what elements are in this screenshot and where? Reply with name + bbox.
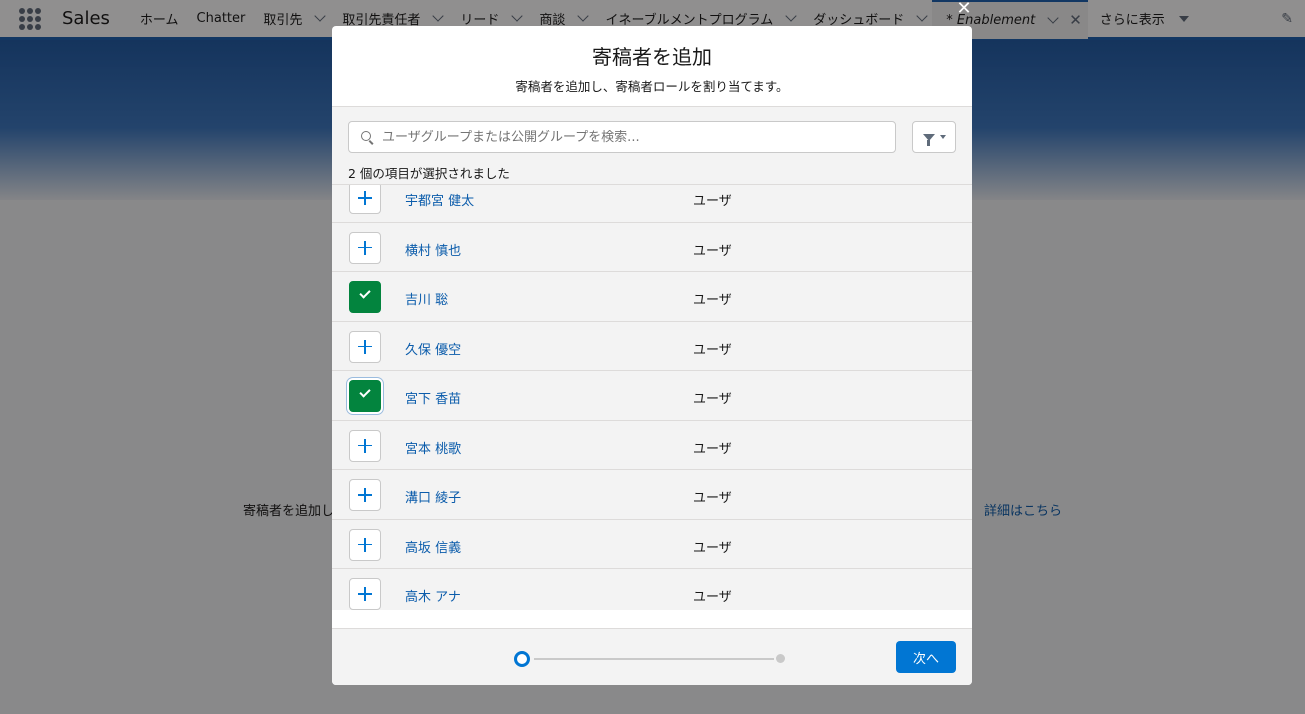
plus-icon — [358, 488, 372, 502]
filter-icon — [922, 133, 935, 146]
selected-toggle-button[interactable] — [349, 380, 381, 412]
list-item: 久保 優空 ユーザ — [332, 322, 972, 371]
modal-toolbar: 2 個の項目が選択されました — [332, 107, 972, 184]
search-box — [348, 121, 896, 153]
user-name-link[interactable]: 久保 優空 — [405, 339, 461, 358]
progress-track — [534, 658, 774, 660]
add-button[interactable] — [349, 185, 381, 214]
check-icon — [359, 287, 371, 299]
close-modal-icon[interactable]: ✕ — [955, 0, 973, 18]
filter-button[interactable] — [912, 121, 956, 153]
check-icon — [359, 386, 371, 398]
caret-down-icon — [939, 135, 946, 139]
add-contributors-modal: 寄稿者を追加 寄稿者を追加し、寄稿者ロールを割り当てます。 2 個の項目が選択さ… — [332, 26, 972, 685]
add-button[interactable] — [349, 429, 381, 462]
user-name-link[interactable]: 溝口 綾子 — [405, 487, 461, 506]
list-item: 横村 慎也 ユーザ — [332, 223, 972, 272]
user-name-link[interactable]: 高坂 信義 — [405, 537, 461, 556]
user-name-link[interactable]: 高木 アナ — [405, 586, 461, 605]
user-type: ユーザ — [693, 392, 732, 407]
modal-subtitle: 寄稿者を追加し、寄稿者ロールを割り当てます。 — [515, 79, 789, 94]
plus-icon — [358, 240, 372, 255]
add-button[interactable] — [349, 479, 381, 511]
plus-icon — [358, 587, 372, 601]
plus-icon — [358, 339, 372, 354]
progress-step-current — [514, 651, 530, 667]
list-item: 宇都宮 健太 ユーザ — [332, 185, 972, 223]
user-type: ユーザ — [693, 194, 732, 209]
user-type: ユーザ — [693, 491, 732, 506]
user-name-link[interactable]: 吉川 聡 — [405, 289, 448, 308]
add-button[interactable] — [349, 330, 381, 363]
list-item: 吉川 聡 ユーザ — [332, 272, 972, 322]
modal-footer: 次へ — [332, 628, 972, 685]
modal-header: 寄稿者を追加 寄稿者を追加し、寄稿者ロールを割り当てます。 — [332, 26, 972, 107]
plus-icon — [358, 537, 372, 552]
plus-icon — [358, 191, 372, 205]
user-name-link[interactable]: 宮下 香苗 — [405, 388, 461, 407]
list-item: 高坂 信義 ユーザ — [332, 520, 972, 569]
plus-icon — [358, 438, 372, 453]
list-item: 宮下 香苗 ユーザ — [332, 371, 972, 421]
user-type: ユーザ — [693, 590, 732, 605]
list-item: 高木 アナ ユーザ — [332, 569, 972, 610]
user-type: ユーザ — [693, 441, 732, 457]
selected-count: 2 個の項目が選択されました — [348, 166, 510, 181]
modal-title: 寄稿者を追加 — [592, 45, 712, 69]
search-input[interactable] — [382, 129, 882, 145]
add-button[interactable] — [349, 231, 381, 264]
user-name-link[interactable]: 横村 慎也 — [405, 240, 461, 259]
user-type: ユーザ — [693, 243, 732, 259]
user-type: ユーザ — [693, 342, 732, 358]
add-button[interactable] — [349, 528, 381, 561]
search-icon — [361, 130, 374, 144]
user-type: ユーザ — [693, 293, 732, 308]
add-button[interactable] — [349, 578, 381, 610]
user-name-link[interactable]: 宇都宮 健太 — [405, 190, 474, 209]
progress-step-next — [776, 654, 785, 663]
user-name-link[interactable]: 宮本 桃歌 — [405, 438, 461, 457]
next-button[interactable]: 次へ — [896, 641, 956, 673]
selected-toggle-button[interactable] — [349, 281, 381, 313]
user-type: ユーザ — [693, 540, 732, 556]
list-item: 宮本 桃歌 ユーザ — [332, 421, 972, 470]
user-list[interactable]: 宇都宮 健太 ユーザ 横村 慎也 ユーザ 吉川 聡ユーザ 久保 優空 ユーザ 宮下 香苗 ユーザ… — [332, 184, 972, 610]
list-item: 溝口 綾子 ユーザ — [332, 470, 972, 520]
